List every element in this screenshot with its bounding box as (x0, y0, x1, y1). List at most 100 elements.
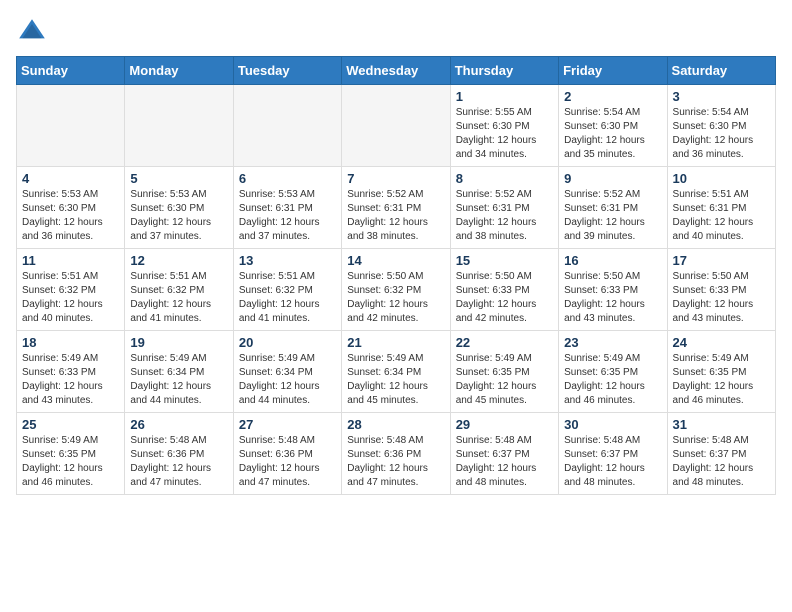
day-number: 17 (673, 253, 770, 268)
calendar-week-row: 25 Sunrise: 5:49 AM Sunset: 6:35 PM Dayli… (17, 413, 776, 495)
day-info: Sunrise: 5:50 AM Sunset: 6:33 PM Dayligh… (564, 270, 661, 326)
day-info: Sunrise: 5:49 AM Sunset: 6:34 PM Dayligh… (130, 352, 227, 408)
calendar-cell: 5Sunrise: 5:53 AM Sunset: 6:30 PM Daylig… (125, 167, 233, 249)
page-header (16, 16, 776, 48)
day-number: 23 (564, 335, 661, 350)
day-info: Sunrise: 5:53 AM Sunset: 6:30 PM Dayligh… (22, 188, 119, 244)
calendar-cell: 30 Sunrise: 5:48 AM Sunset: 6:37 PM Dayli… (559, 413, 667, 495)
day-number: 18 (22, 335, 119, 350)
day-number: 6 (239, 171, 336, 186)
calendar-cell: 3 Sunrise: 5:54 AM Sunset: 6:30 PM Daylig… (667, 85, 775, 167)
calendar-table: SundayMondayTuesdayWednesdayThursdayFrid… (16, 56, 776, 495)
day-number: 8 (456, 171, 553, 186)
calendar-cell (233, 85, 341, 167)
calendar-cell: 23 Sunrise: 5:49 AM Sunset: 6:35 PM Dayli… (559, 331, 667, 413)
day-info: Sunrise: 5:48 AM Sunset: 6:36 PM Dayligh… (347, 434, 444, 490)
day-info: Sunrise: 5:48 AM Sunset: 6:36 PM Dayligh… (239, 434, 336, 490)
day-info: Sunrise: 5:48 AM Sunset: 6:37 PM Dayligh… (564, 434, 661, 490)
day-info: Sunrise: 5:52 AM Sunset: 6:31 PM Dayligh… (347, 188, 444, 244)
calendar-cell: 9 Sunrise: 5:52 AM Sunset: 6:31 PM Daylig… (559, 167, 667, 249)
day-number: 22 (456, 335, 553, 350)
day-number: 25 (22, 417, 119, 432)
day-number: 29 (456, 417, 553, 432)
weekday-header: Saturday (667, 57, 775, 85)
day-info: Sunrise: 5:51 AM Sunset: 6:32 PM Dayligh… (22, 270, 119, 326)
calendar-cell: 31 Sunrise: 5:48 AM Sunset: 6:37 PM Dayli… (667, 413, 775, 495)
day-info: Sunrise: 5:51 AM Sunset: 6:32 PM Dayligh… (130, 270, 227, 326)
day-number: 21 (347, 335, 444, 350)
calendar-cell: 10 Sunrise: 5:51 AM Sunset: 6:31 PM Dayli… (667, 167, 775, 249)
calendar-cell: 26 Sunrise: 5:48 AM Sunset: 6:36 PM Dayli… (125, 413, 233, 495)
calendar-cell: 25 Sunrise: 5:49 AM Sunset: 6:35 PM Dayli… (17, 413, 125, 495)
day-number: 12 (130, 253, 227, 268)
calendar-cell: 21 Sunrise: 5:49 AM Sunset: 6:34 PM Dayli… (342, 331, 450, 413)
calendar-cell: 29 Sunrise: 5:48 AM Sunset: 6:37 PM Dayli… (450, 413, 558, 495)
calendar-cell: 14 Sunrise: 5:50 AM Sunset: 6:32 PM Dayli… (342, 249, 450, 331)
day-number: 28 (347, 417, 444, 432)
day-number: 24 (673, 335, 770, 350)
day-number: 4 (22, 171, 119, 186)
day-info: Sunrise: 5:48 AM Sunset: 6:36 PM Dayligh… (130, 434, 227, 490)
day-info: Sunrise: 5:51 AM Sunset: 6:31 PM Dayligh… (673, 188, 770, 244)
day-info: Sunrise: 5:52 AM Sunset: 6:31 PM Dayligh… (564, 188, 661, 244)
day-info: Sunrise: 5:49 AM Sunset: 6:34 PM Dayligh… (239, 352, 336, 408)
day-info: Sunrise: 5:49 AM Sunset: 6:34 PM Dayligh… (347, 352, 444, 408)
day-info: Sunrise: 5:54 AM Sunset: 6:30 PM Dayligh… (673, 106, 770, 162)
day-number: 9 (564, 171, 661, 186)
calendar-cell: 20 Sunrise: 5:49 AM Sunset: 6:34 PM Dayli… (233, 331, 341, 413)
day-info: Sunrise: 5:54 AM Sunset: 6:30 PM Dayligh… (564, 106, 661, 162)
day-number: 2 (564, 89, 661, 104)
calendar-week-row: 11 Sunrise: 5:51 AM Sunset: 6:32 PM Dayli… (17, 249, 776, 331)
calendar-cell: 27 Sunrise: 5:48 AM Sunset: 6:36 PM Dayli… (233, 413, 341, 495)
calendar-cell: 2 Sunrise: 5:54 AM Sunset: 6:30 PM Daylig… (559, 85, 667, 167)
weekday-header: Thursday (450, 57, 558, 85)
calendar-cell (125, 85, 233, 167)
weekday-header: Sunday (17, 57, 125, 85)
calendar-cell: 1 Sunrise: 5:55 AM Sunset: 6:30 PM Daylig… (450, 85, 558, 167)
calendar-cell: 28 Sunrise: 5:48 AM Sunset: 6:36 PM Dayli… (342, 413, 450, 495)
calendar-cell: 13Sunrise: 5:51 AM Sunset: 6:32 PM Dayli… (233, 249, 341, 331)
calendar-week-row: 4 Sunrise: 5:53 AM Sunset: 6:30 PM Daylig… (17, 167, 776, 249)
day-number: 30 (564, 417, 661, 432)
day-number: 7 (347, 171, 444, 186)
day-number: 1 (456, 89, 553, 104)
logo-icon (16, 16, 48, 48)
day-number: 27 (239, 417, 336, 432)
calendar-cell: 12 Sunrise: 5:51 AM Sunset: 6:32 PM Dayli… (125, 249, 233, 331)
day-number: 5 (130, 171, 227, 186)
day-info: Sunrise: 5:53 AM Sunset: 6:31 PM Dayligh… (239, 188, 336, 244)
day-info: Sunrise: 5:49 AM Sunset: 6:35 PM Dayligh… (564, 352, 661, 408)
calendar-cell: 18 Sunrise: 5:49 AM Sunset: 6:33 PM Dayli… (17, 331, 125, 413)
day-info: Sunrise: 5:49 AM Sunset: 6:33 PM Dayligh… (22, 352, 119, 408)
calendar-week-row: 1 Sunrise: 5:55 AM Sunset: 6:30 PM Daylig… (17, 85, 776, 167)
day-number: 31 (673, 417, 770, 432)
calendar-cell: 4 Sunrise: 5:53 AM Sunset: 6:30 PM Daylig… (17, 167, 125, 249)
weekday-header: Monday (125, 57, 233, 85)
calendar-cell: 6 Sunrise: 5:53 AM Sunset: 6:31 PM Daylig… (233, 167, 341, 249)
day-info: Sunrise: 5:50 AM Sunset: 6:33 PM Dayligh… (673, 270, 770, 326)
day-number: 3 (673, 89, 770, 104)
day-number: 10 (673, 171, 770, 186)
calendar-cell: 7 Sunrise: 5:52 AM Sunset: 6:31 PM Daylig… (342, 167, 450, 249)
day-number: 19 (130, 335, 227, 350)
day-number: 26 (130, 417, 227, 432)
day-number: 14 (347, 253, 444, 268)
day-info: Sunrise: 5:48 AM Sunset: 6:37 PM Dayligh… (456, 434, 553, 490)
calendar-cell: 17 Sunrise: 5:50 AM Sunset: 6:33 PM Dayli… (667, 249, 775, 331)
day-info: Sunrise: 5:52 AM Sunset: 6:31 PM Dayligh… (456, 188, 553, 244)
day-info: Sunrise: 5:55 AM Sunset: 6:30 PM Dayligh… (456, 106, 553, 162)
day-info: Sunrise: 5:49 AM Sunset: 6:35 PM Dayligh… (22, 434, 119, 490)
logo (16, 16, 52, 48)
day-info: Sunrise: 5:50 AM Sunset: 6:32 PM Dayligh… (347, 270, 444, 326)
calendar-cell: 19 Sunrise: 5:49 AM Sunset: 6:34 PM Dayli… (125, 331, 233, 413)
calendar-cell: 16 Sunrise: 5:50 AM Sunset: 6:33 PM Dayli… (559, 249, 667, 331)
day-number: 20 (239, 335, 336, 350)
day-info: Sunrise: 5:48 AM Sunset: 6:37 PM Dayligh… (673, 434, 770, 490)
calendar-cell: 8 Sunrise: 5:52 AM Sunset: 6:31 PM Daylig… (450, 167, 558, 249)
day-number: 16 (564, 253, 661, 268)
calendar-cell (342, 85, 450, 167)
day-number: 11 (22, 253, 119, 268)
day-info: Sunrise: 5:50 AM Sunset: 6:33 PM Dayligh… (456, 270, 553, 326)
day-info: Sunrise: 5:49 AM Sunset: 6:35 PM Dayligh… (456, 352, 553, 408)
calendar-cell (17, 85, 125, 167)
